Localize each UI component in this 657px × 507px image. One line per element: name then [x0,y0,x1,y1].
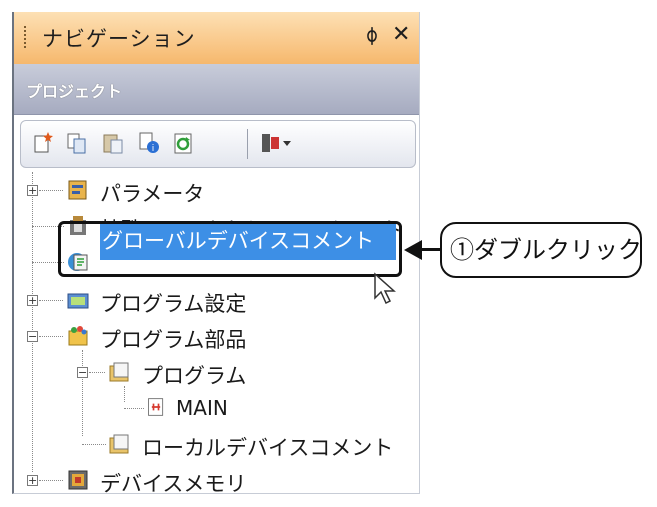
tree-connector [89,372,105,373]
project-header: プロジェクト [14,64,419,115]
tree-item-device-memory[interactable]: + デバイスメモリ [14,466,414,496]
expand-icon[interactable]: + [27,185,38,196]
tree-item-label: パラメータ [100,182,205,206]
program-parts-icon [66,324,90,348]
copy-icon[interactable] [65,131,89,155]
callout-arrow-head [404,240,422,260]
tree-item-label: プログラム設定 [100,292,247,316]
pin-icon[interactable]: ᛰ [366,24,378,48]
filter-icon[interactable] [259,131,293,155]
collapse-icon[interactable]: − [27,331,38,342]
device-memory-icon [66,468,90,492]
paste-icon[interactable] [101,131,125,155]
tree-item-program[interactable]: − プログラム [14,358,414,388]
tree-item-local-device-comment[interactable]: ローカルデバイスコメント [14,430,414,460]
tree-connector [124,408,144,409]
toolbar-separator [247,129,248,159]
parameter-icon [66,178,90,202]
callout-label: ①ダブルクリック [440,222,642,278]
navigation-header: ナビゲーション ᛰ ✕ [14,12,419,65]
project-toolbar: i [20,120,416,168]
drag-grip-icon[interactable] [24,26,26,50]
svg-text:i: i [152,144,155,154]
tree-connector [39,300,63,301]
expand-icon[interactable]: + [27,295,38,306]
tree-item-label: プログラム [142,364,247,388]
expand-icon[interactable]: + [27,475,38,486]
refresh-icon[interactable] [171,131,195,155]
tree-connector [39,480,63,481]
tree-connector [82,444,106,445]
new-item-icon[interactable] [31,131,55,155]
tree-connector [39,336,63,337]
properties-icon[interactable]: i [137,131,161,155]
tree-item-label: デバイスメモリ [100,472,247,496]
folder-icon [108,432,132,456]
program-settings-icon [66,288,90,312]
ladder-program-icon [146,397,166,417]
tree-item-label: ローカルデバイスコメント [142,436,394,460]
callout-arrow [420,248,440,251]
tree-item-label: プログラム部品 [100,328,247,352]
folder-icon [108,360,132,384]
collapse-icon[interactable]: − [77,367,88,378]
tree-item-main[interactable]: MAIN [14,394,414,424]
tree-connector [39,190,63,191]
tree-item-label: MAIN [176,396,228,420]
highlight-box [58,221,402,277]
project-title: プロジェクト [26,82,123,101]
tree-item-parameters[interactable]: + パラメータ [14,176,414,206]
navigation-title: ナビゲーション [42,27,196,51]
mouse-cursor-icon [374,272,396,305]
tree-item-program-parts[interactable]: − プログラム部品 [14,322,414,352]
close-icon[interactable]: ✕ [392,22,410,47]
tree-item-program-settings[interactable]: + プログラム設定 [14,286,414,316]
